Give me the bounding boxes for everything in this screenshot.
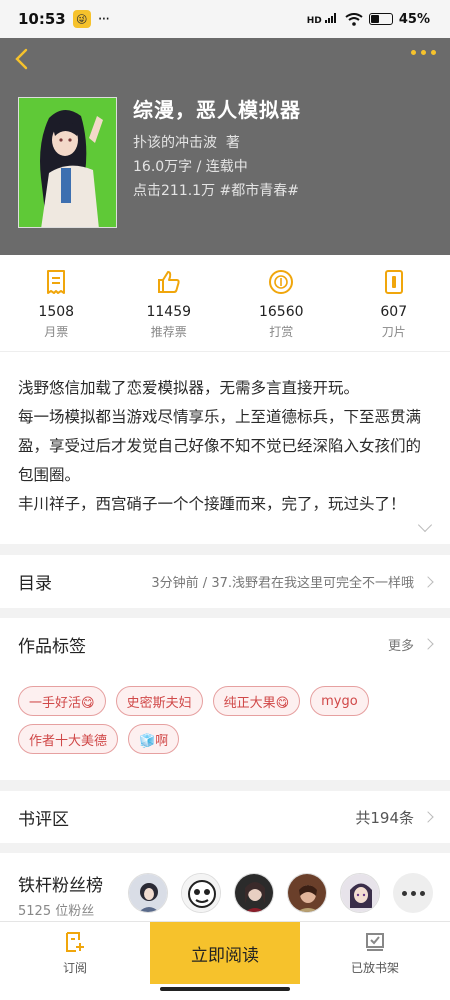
dot	[421, 50, 426, 55]
reviews-count: 共194条	[355, 808, 414, 827]
tag-list: 一手好活😋 史密斯夫妇 纯正大果😋 mygo 作者十大美德 🧊啊	[18, 686, 418, 754]
book-cover[interactable]	[18, 97, 117, 228]
battery-value: 45	[398, 11, 417, 27]
more-notifications-icon: ···	[97, 10, 110, 28]
subscribe-label: 订阅	[62, 960, 87, 975]
dot	[431, 50, 436, 55]
stat-value: 607	[380, 304, 408, 320]
author-name[interactable]: 扑该的冲击波	[133, 135, 217, 151]
synopsis[interactable]: 浅野悠信加载了恋爱模拟器，无需多言直接开玩。 每一场模拟都当游戏尽情享乐，上至道…	[0, 351, 450, 544]
battery-level	[370, 15, 380, 23]
status-time: 10:53	[18, 10, 66, 28]
app-notification-icon: 😜	[72, 10, 91, 28]
bookshelf-check-icon	[366, 932, 384, 951]
tags-section: 作品标签 更多 一手好活😋 史密斯夫妇 纯正大果😋 mygo 作者十大美德 🧊啊	[0, 618, 450, 780]
dot	[401, 890, 407, 896]
author-suffix: 著	[225, 135, 240, 151]
avatar[interactable]	[181, 873, 221, 913]
stat-recommend[interactable]: 11459 推荐票	[113, 255, 226, 351]
catalog-label: 目录	[18, 574, 52, 594]
reviews-label: 书评区	[18, 809, 69, 830]
chevron-right-icon	[422, 638, 434, 650]
stat-blade[interactable]: 607 刀片	[338, 255, 450, 351]
chevron-right-icon	[422, 811, 434, 823]
thumbs-up-icon	[156, 269, 182, 295]
stat-monthly-ticket[interactable]: 1508 月票	[0, 255, 113, 351]
shelf-button[interactable]: 已放书架	[300, 922, 450, 984]
signal-icon: HD	[307, 12, 339, 26]
clicks-and-tag: 点击211.1万 #都市青春#	[133, 183, 299, 199]
tag-chip[interactable]: 一手好活😋	[18, 686, 106, 716]
back-arrow-icon	[15, 48, 28, 70]
tags-more[interactable]: 更多	[388, 635, 414, 654]
home-indicator[interactable]	[160, 987, 290, 991]
stat-value: 1508	[38, 304, 75, 320]
word-count-status: 16.0万字 / 连载中	[133, 159, 248, 175]
chevron-right-icon	[422, 575, 434, 588]
more-fans-button[interactable]	[393, 873, 433, 913]
back-button[interactable]	[14, 47, 36, 75]
stat-label: 刀片	[381, 325, 406, 339]
stat-value: 16560	[258, 304, 304, 320]
synopsis-paragraph: 浅野悠信加载了恋爱模拟器，无需多言直接开玩。	[18, 379, 360, 397]
dot	[410, 890, 416, 896]
dot	[411, 50, 416, 55]
battery-percent: 45%	[399, 12, 430, 27]
latest-chapter: 3分钟前 / 37.浅野君在我这里可完全不一样哦	[151, 576, 414, 591]
author-line[interactable]: 扑该的冲击波 著	[133, 132, 240, 152]
cover-illustration	[19, 98, 116, 227]
book-title: 综漫，恶人模拟器	[133, 98, 301, 122]
fans-label: 铁杆粉丝榜	[18, 876, 103, 896]
battery-icon	[368, 13, 393, 25]
avatar[interactable]	[234, 873, 274, 913]
read-now-button[interactable]: 立即阅读	[150, 922, 300, 984]
tag-chip[interactable]: 史密斯夫妇	[115, 686, 203, 716]
stat-label: 月票	[44, 325, 69, 339]
wifi-icon	[345, 12, 363, 26]
subscribe-icon	[66, 931, 84, 952]
reviews-row[interactable]: 书评区 共194条	[0, 791, 450, 843]
monthly-ticket-icon	[43, 269, 69, 295]
avatar[interactable]	[287, 873, 327, 913]
avatar[interactable]	[128, 873, 168, 913]
battery-unit: %	[416, 11, 430, 27]
synopsis-paragraph: 每一场模拟都当游戏尽情享乐，上至道德标兵，下至恶贯满盈，享受过后才发觉自己好像不…	[18, 408, 422, 484]
subscribe-button[interactable]: 订阅	[0, 922, 150, 984]
stat-label: 推荐票	[150, 325, 187, 339]
stat-value: 11459	[146, 304, 192, 320]
signal-label: HD	[306, 16, 322, 26]
blade-card-icon	[381, 269, 407, 295]
more-options-button[interactable]	[411, 50, 436, 55]
synopsis-paragraph: 丰川祥子，西宫硝子一个个接踵而来，完了，玩过头了！	[18, 495, 406, 513]
status-bar: 10:53 😜 ··· HD 45%	[0, 0, 450, 38]
tags-header[interactable]: 作品标签 更多	[18, 618, 434, 670]
tag-chip[interactable]: 作者十大美德	[18, 724, 119, 754]
shelf-label: 已放书架	[350, 960, 399, 975]
tag-chip[interactable]: 纯正大果😋	[212, 686, 301, 716]
fans-leaderboard[interactable]: 铁杆粉丝榜 5125 位粉丝	[0, 853, 450, 921]
reward-coin-icon	[268, 269, 294, 295]
dot	[419, 890, 425, 896]
tag-chip[interactable]: mygo	[310, 686, 369, 716]
stats-bar: 1508 月票 11459 推荐票 16560 打赏 607 刀片	[0, 255, 450, 351]
catalog-row[interactable]: 目录 3分钟前 / 37.浅野君在我这里可完全不一样哦	[0, 555, 450, 608]
tags-label: 作品标签	[18, 636, 86, 657]
tag-chip[interactable]: 🧊啊	[128, 724, 180, 754]
avatar[interactable]	[340, 873, 380, 913]
fans-count: 5125 位粉丝	[18, 904, 95, 919]
expand-chevron-icon[interactable]	[417, 517, 433, 533]
stat-label: 打赏	[269, 325, 294, 339]
stat-reward[interactable]: 16560 打赏	[225, 255, 338, 351]
